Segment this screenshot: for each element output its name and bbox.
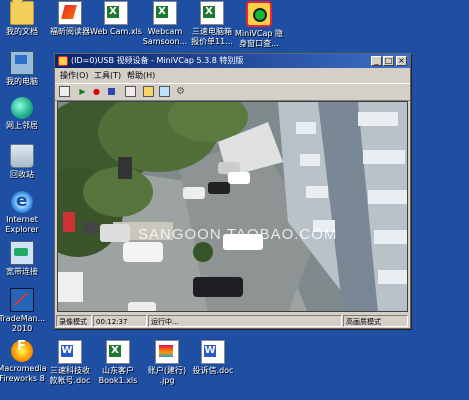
menu-operate[interactable]: 操作(O) [60,69,89,82]
desktop-icon-network[interactable]: 网上邻居 [0,97,52,131]
desktop-icon-trademanager[interactable]: TradeMan... 2010 [0,288,52,334]
word-file-icon [58,340,82,364]
broadband-icon [10,241,34,265]
webcam-app-icon [246,1,272,27]
excel-file-icon [106,340,130,364]
preview-icon[interactable] [125,86,136,97]
status-quality: 高画质模式 [343,315,408,327]
desktop-icon-my-computer[interactable]: 我的电脑 [0,51,52,87]
menu-help[interactable]: 帮助(H) [127,69,155,82]
webcam-app-icon [58,56,68,66]
close-button[interactable]: × [396,56,407,66]
title-bar[interactable]: (ID=0)USB 视频设备 - MiniVCap 5.3.8 特别版 _ □ … [55,54,410,68]
icon-label: MiniVCap 隐 身窗口查... [235,29,283,48]
video-preview: SANGOON.TAOBAO.COM [57,101,408,312]
icon-label: TradeMan... 2010 [0,314,46,333]
pdf-reader-icon [58,1,82,25]
desktop-icon-ie[interactable]: Internet Explorer [0,191,52,235]
word-file-icon [201,340,225,364]
icon-label: 投诉信.doc [192,366,234,375]
minivcap-window[interactable]: (ID=0)USB 视频设备 - MiniVCap 5.3.8 特别版 _ □ … [54,53,411,329]
folder-icon [10,0,34,25]
menu-tools[interactable]: 工具(T) [94,69,121,82]
image-file-icon [155,340,179,364]
icon-label: 网上邻居 [6,121,38,130]
schedule-icon[interactable] [159,86,170,97]
recycle-bin-icon [10,144,34,168]
maximize-button[interactable]: □ [383,56,394,66]
icon-label: Internet Explorer [5,215,39,234]
status-mode: 录像模式 [56,315,92,327]
toolbar: ▶ ● ⚙ [55,83,410,101]
watermark-text: SANGOON.TAOBAO.COM [138,226,338,243]
play-icon[interactable]: ▶ [77,86,88,97]
desktop-icon-complaint-doc[interactable]: 投诉信.doc [183,340,243,376]
window-title: (ID=0)USB 视频设备 - MiniVCap 5.3.8 特别版 [71,56,244,65]
folder-snapshot-icon[interactable] [143,86,154,97]
minimize-button[interactable]: _ [371,56,382,66]
excel-file-icon [153,1,177,25]
excel-file-icon [200,1,224,25]
desktop-icon-minivcap[interactable]: MiniVCap 隐 身窗口查... [229,1,289,49]
desktop-icon-recycle-bin[interactable]: 回收站 [0,144,52,180]
icon-label: 我的电脑 [6,77,38,86]
desktop-icon-broadband[interactable]: 宽带连接 [0,241,52,277]
status-time: 00:12:37 [93,315,147,327]
icon-label: 回收站 [10,170,34,179]
camera-image [58,102,407,311]
stop-icon[interactable] [106,86,117,97]
window-icon[interactable] [59,86,70,97]
status-bar: 录像模式 00:12:37 运行中... 高画质模式 [55,314,410,328]
fireworks-icon [11,340,33,362]
network-icon [11,97,33,119]
menu-bar: 操作(O) 工具(T) 帮助(H) [55,69,410,82]
trademanager-icon [10,288,34,312]
icon-label: 宽带连接 [6,267,38,276]
status-state: 运行中... [148,315,342,327]
internet-explorer-icon [11,191,33,213]
computer-icon [10,51,34,75]
excel-file-icon [104,1,128,25]
record-icon[interactable]: ● [91,86,102,97]
settings-icon[interactable]: ⚙ [175,86,186,97]
